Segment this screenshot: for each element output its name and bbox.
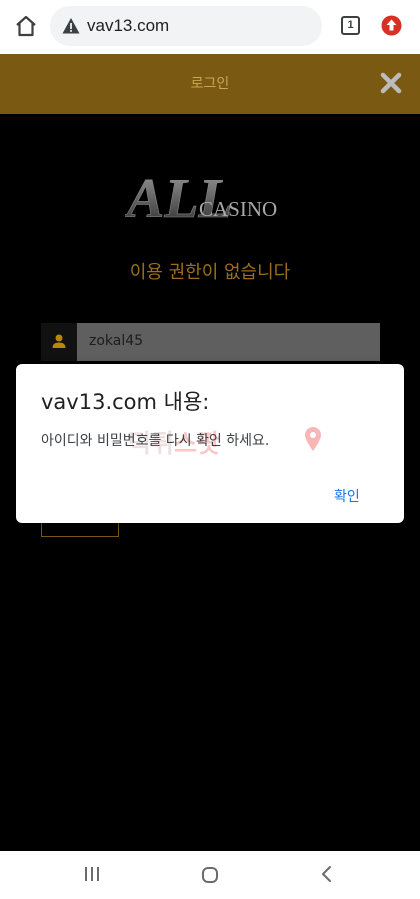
- dialog-message: 아이디와 비밀번호를 다시 확인 하세요.: [41, 433, 270, 449]
- warning-icon[interactable]: [62, 17, 80, 35]
- url-text: vav13.com: [87, 16, 170, 35]
- home-icon[interactable]: [12, 12, 40, 40]
- site-header: 로그인: [0, 54, 420, 114]
- alert-dialog: vav13.com 내용: 먹튀스팟 아이디와 비밀번호를 다시 확인 하세요.…: [16, 364, 404, 523]
- allcasino-logo: ALL CASINO: [125, 168, 277, 221]
- location-pin-icon: [305, 427, 321, 451]
- user-icon: [52, 334, 66, 348]
- nav-home-icon[interactable]: [201, 866, 219, 884]
- header-title: 로그인: [190, 76, 230, 92]
- close-icon[interactable]: [380, 72, 402, 94]
- dialog-ok-button[interactable]: 확인: [334, 486, 360, 506]
- svg-text:CASINO: CASINO: [199, 197, 277, 221]
- tab-switcher-button[interactable]: 1: [341, 16, 360, 35]
- recents-icon[interactable]: [83, 866, 101, 882]
- back-icon[interactable]: [319, 865, 335, 883]
- address-bar[interactable]: vav13.com: [50, 6, 322, 46]
- dialog-title: vav13.com 내용:: [41, 390, 210, 414]
- system-nav-bar: [0, 851, 420, 899]
- user-icon-box: [41, 323, 77, 361]
- browser-toolbar: vav13.com 1: [0, 0, 420, 54]
- username-value: zokal45: [89, 333, 144, 349]
- update-arrow-icon[interactable]: [381, 15, 402, 36]
- username-row: zokal45: [41, 323, 380, 361]
- username-input[interactable]: zokal45: [77, 323, 380, 361]
- no-access-message: 이용 권한이 없습니다: [129, 262, 291, 283]
